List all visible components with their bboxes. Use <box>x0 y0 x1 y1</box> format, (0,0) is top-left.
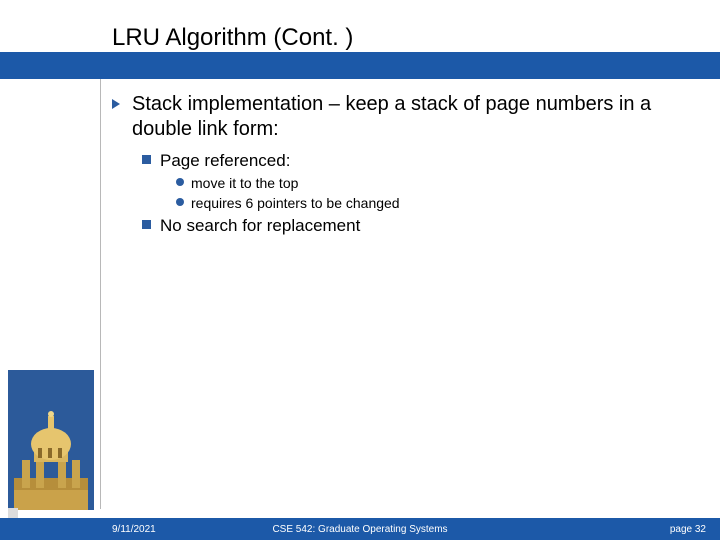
slide-title: LRU Algorithm (Cont. ) <box>112 20 702 60</box>
bullet-l1: Stack implementation – keep a stack of p… <box>112 92 702 142</box>
bullet-l2a: Page referenced: <box>142 150 702 172</box>
vertical-rule <box>100 79 101 509</box>
logo-square <box>8 508 18 518</box>
footer-bar: 9/11/2021 CSE 542: Graduate Operating Sy… <box>0 518 720 540</box>
bullet-l2b: No search for replacement <box>142 215 702 237</box>
dome-logo <box>8 370 94 510</box>
bullet-l3a: move it to the top <box>176 174 702 193</box>
footer-course: CSE 542: Graduate Operating Systems <box>0 524 720 535</box>
slide-body: Stack implementation – keep a stack of p… <box>112 92 702 239</box>
footer-date: 9/11/2021 <box>112 524 156 535</box>
slide-title-wrap: LRU Algorithm (Cont. ) <box>112 20 702 60</box>
footer-page: page 32 <box>670 524 706 535</box>
bullet-l3b: requires 6 pointers to be changed <box>176 194 702 213</box>
